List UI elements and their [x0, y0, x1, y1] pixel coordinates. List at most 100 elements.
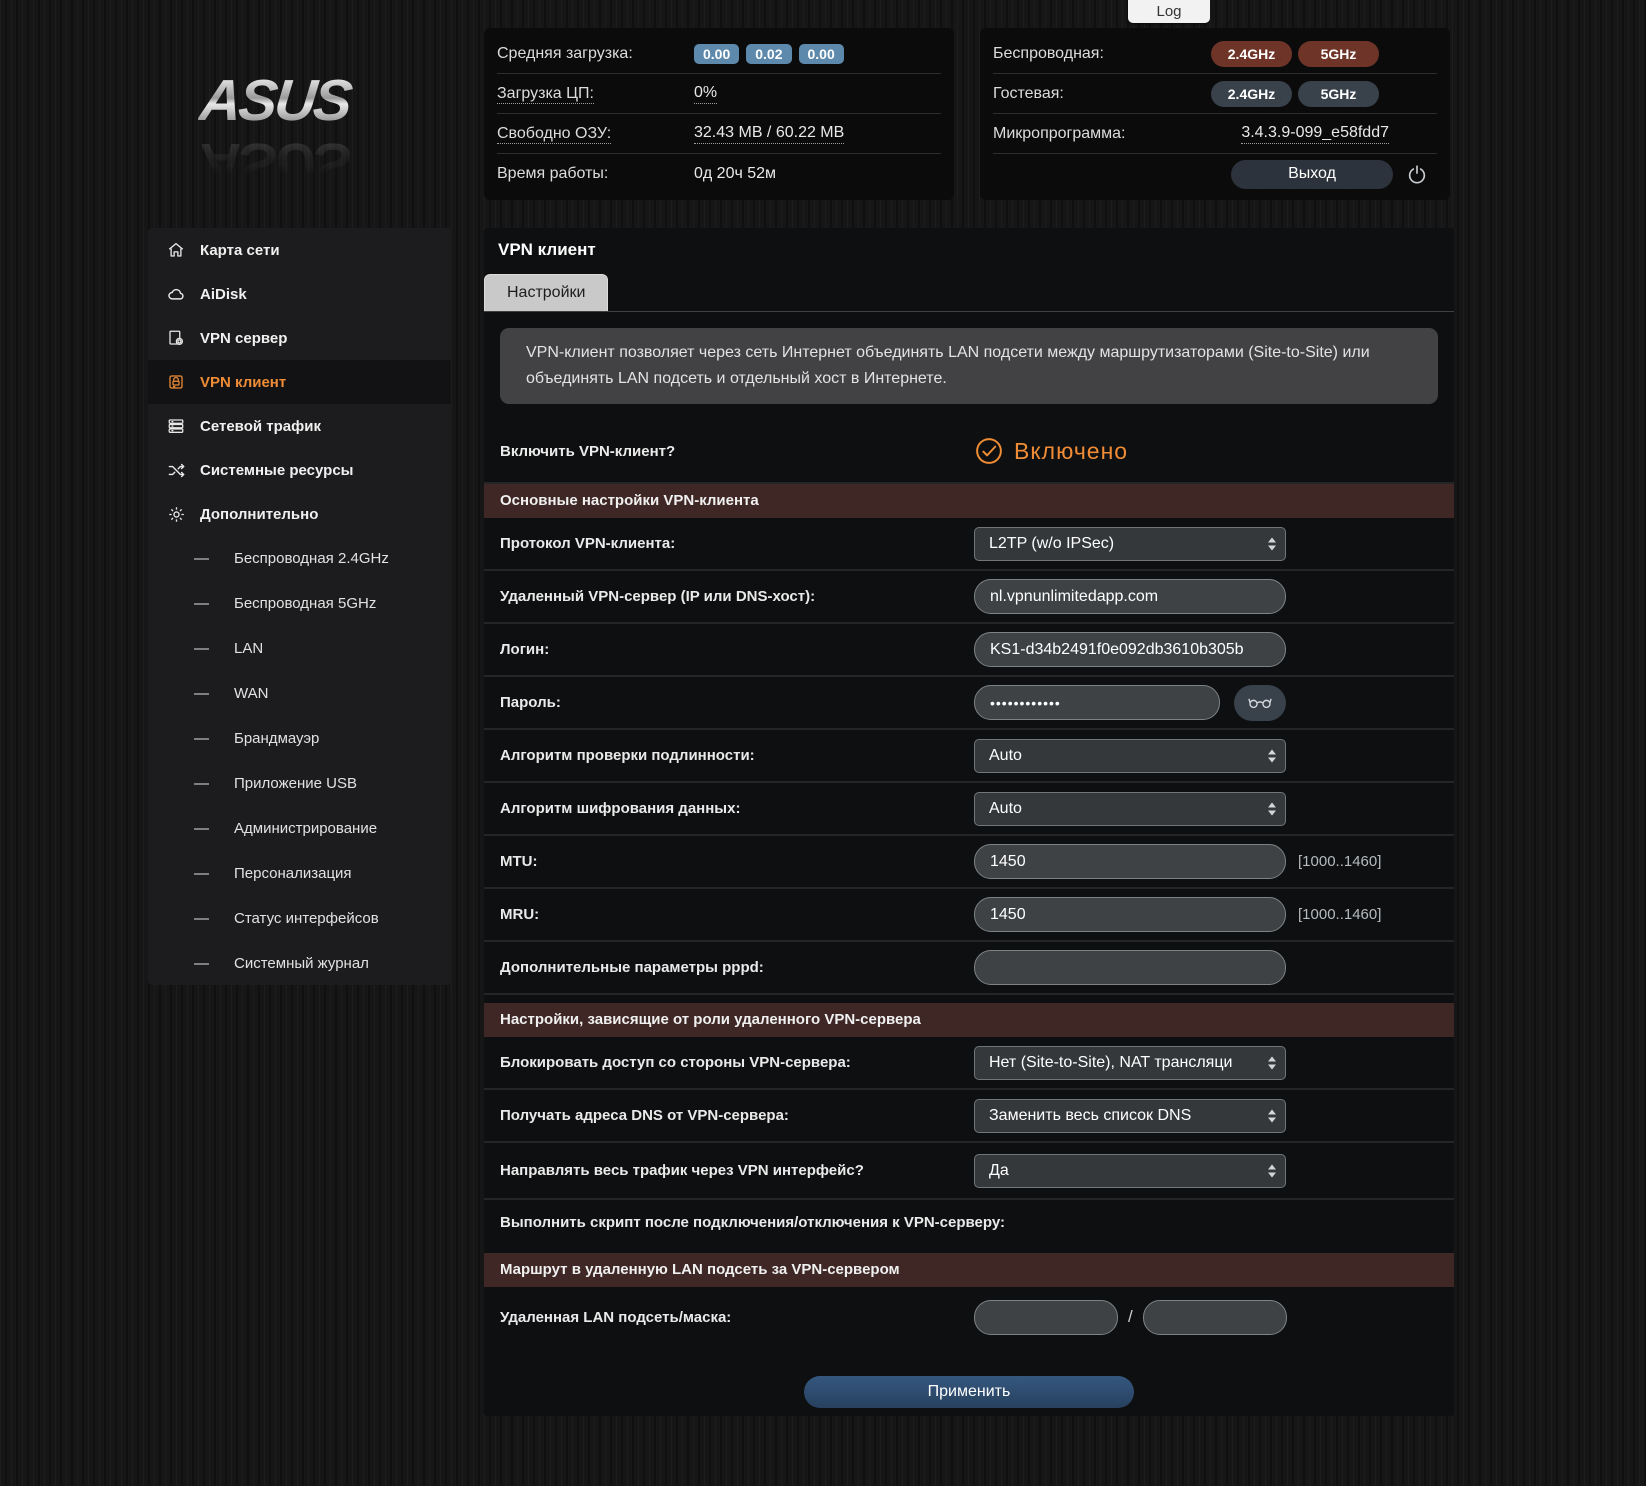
load-avg-1m: 0.00 — [694, 44, 739, 64]
sidebar-item-advanced[interactable]: Дополнительно — [148, 492, 451, 536]
sidebar-sub-usb-app[interactable]: — Приложение USB — [148, 761, 451, 806]
power-icon[interactable] — [1403, 160, 1431, 188]
sidebar-sub-system-log[interactable]: — Системный журнал — [148, 941, 451, 985]
vpn-client-icon — [166, 372, 186, 392]
remote-lan-mask-input[interactable] — [1143, 1300, 1287, 1335]
sidebar-sub-administration[interactable]: —Администрирование — [148, 806, 451, 851]
post-connect-script-label: Выполнить скрипт после подключения/отклю… — [500, 1214, 1005, 1231]
asus-logo-reflection: ASUS — [197, 134, 423, 192]
login-input[interactable] — [974, 632, 1286, 667]
remote-lan-row: Удаленная LAN подсеть/маска: / — [484, 1287, 1454, 1347]
sidebar-sub-interface-status[interactable]: —Статус интерфейсов — [148, 896, 451, 941]
sidebar-item-network-traffic[interactable]: Сетевой трафик — [148, 404, 451, 448]
sidebar-item-label: Дополнительно — [200, 506, 318, 523]
sidebar-sub-wireless-5[interactable]: —Беспроводная 5GHz — [148, 581, 451, 626]
remote-server-row: Удаленный VPN-сервер (IP или DNS-хост): — [484, 571, 1454, 624]
home-icon — [166, 240, 186, 260]
sidebar-item-label: Карта сети — [200, 242, 280, 259]
password-row: Пароль: — [484, 677, 1454, 730]
free-ram-value[interactable]: 32.43 MB / 60.22 MB — [694, 124, 844, 144]
sidebar-sub-label: LAN — [234, 640, 263, 657]
dns-from-server-select[interactable]: Заменить весь список DNS — [974, 1099, 1286, 1133]
guest-label: Гостевая: — [993, 85, 1190, 103]
wireless-2ghz-badge[interactable]: 2.4GHz — [1211, 41, 1292, 67]
sidebar-item-network-map[interactable]: Карта сети — [148, 228, 451, 272]
sidebar-sub-label: Персонализация — [234, 865, 352, 882]
enable-vpn-toggle[interactable]: Включено — [974, 436, 1128, 466]
load-avg-5m: 0.02 — [746, 44, 791, 64]
dns-from-server-row: Получать адреса DNS от VPN-сервера: Заме… — [484, 1090, 1454, 1143]
mru-range-hint: [1000..1460] — [1298, 906, 1381, 923]
protocol-select[interactable]: L2TP (w/o IPSec) — [974, 527, 1286, 561]
sidebar-item-aidisk[interactable]: AiDisk — [148, 272, 451, 316]
remote-server-input[interactable] — [974, 579, 1286, 614]
encryption-algorithm-select[interactable]: Auto — [974, 792, 1286, 826]
auth-algorithm-select[interactable]: Auto — [974, 739, 1286, 773]
auth-algorithm-row: Алгоритм проверки подлинности: Auto — [484, 730, 1454, 783]
sidebar-sub-lan[interactable]: —LAN — [148, 626, 451, 671]
encryption-algorithm-row: Алгоритм шифрования данных: Auto — [484, 783, 1454, 836]
sidebar-item-vpn-server[interactable]: VPN сервер — [148, 316, 451, 360]
mru-input[interactable] — [974, 897, 1286, 932]
password-input[interactable] — [974, 685, 1220, 720]
mtu-input[interactable] — [974, 844, 1286, 879]
wireless-status-panel: Беспроводная: 2.4GHz 5GHz Гостевая: 2.4G… — [980, 28, 1450, 200]
dash-icon: — — [194, 865, 209, 882]
enable-vpn-label: Включить VPN-клиент? — [500, 443, 974, 460]
sidebar-nav: Карта сети AiDisk VPN сервер VPN клиент … — [148, 228, 451, 985]
firmware-row: Микропрограмма: 3.4.3.9-099_e58fdd7 — [993, 114, 1437, 154]
sidebar-sub-wan[interactable]: —WAN — [148, 671, 451, 716]
vpn-client-description: VPN-клиент позволяет через сеть Интернет… — [500, 328, 1438, 404]
dash-icon: — — [194, 955, 209, 972]
remote-lan-subnet-input[interactable] — [974, 1300, 1118, 1335]
load-average-values: 0.00 0.02 0.00 — [694, 44, 844, 64]
sidebar-sub-wireless-24[interactable]: —Беспроводная 2.4GHz — [148, 536, 451, 581]
sidebar-sub-label: Администрирование — [234, 820, 377, 837]
guest-5ghz-badge[interactable]: 5GHz — [1298, 81, 1379, 107]
sidebar-sub-label: Системный журнал — [234, 955, 369, 972]
sidebar-item-label: VPN клиент — [200, 374, 286, 391]
load-avg-15m: 0.00 — [799, 44, 844, 64]
pppd-params-row: Дополнительные параметры pppd: — [484, 942, 1454, 995]
firmware-value[interactable]: 3.4.3.9-099_e58fdd7 — [1241, 124, 1389, 144]
apply-button[interactable]: Применить — [804, 1376, 1134, 1408]
show-password-button[interactable] — [1234, 685, 1286, 721]
free-ram-label[interactable]: Свободно ОЗУ: — [497, 125, 611, 144]
free-ram-row: Свободно ОЗУ: 32.43 MB / 60.22 MB — [497, 114, 941, 154]
tab-settings[interactable]: Настройки — [484, 274, 608, 311]
sidebar-sub-label: Брандмауэр — [234, 730, 319, 747]
section-remote-lan-route: Маршрут в удаленную LAN подсеть за VPN-с… — [484, 1253, 1454, 1287]
wireless-label: Беспроводная: — [993, 45, 1190, 63]
uptime-value: 0д 20ч 52м — [694, 165, 776, 183]
post-connect-script-row[interactable]: Выполнить скрипт после подключения/отклю… — [484, 1200, 1454, 1245]
section-basic-settings: Основные настройки VPN-клиента — [484, 484, 1454, 518]
dash-icon: — — [194, 595, 209, 612]
spinner-arrows-icon — [1268, 802, 1276, 815]
glasses-icon — [1248, 696, 1272, 709]
wireless-5ghz-badge[interactable]: 5GHz — [1298, 41, 1379, 67]
enable-vpn-row: Включить VPN-клиент? Включено — [484, 420, 1454, 484]
cpu-load-label[interactable]: Загрузка ЦП: — [497, 85, 594, 104]
pppd-params-input[interactable] — [974, 950, 1286, 985]
protocol-row: Протокол VPN-клиента: L2TP (w/o IPSec) — [484, 518, 1454, 571]
spinner-arrows-icon — [1268, 537, 1276, 550]
sidebar-item-system-resources[interactable]: Системные ресурсы — [148, 448, 451, 492]
route-all-traffic-select[interactable]: Да — [974, 1154, 1286, 1188]
sidebar-sub-label: Приложение USB — [234, 775, 357, 792]
dash-icon: — — [194, 775, 209, 792]
cloud-icon — [166, 284, 186, 304]
sidebar-sub-personalization[interactable]: — Персонализация — [148, 851, 451, 896]
cpu-load-value[interactable]: 0% — [694, 84, 717, 104]
log-tab[interactable]: Log — [1128, 0, 1210, 23]
spinner-arrows-icon — [1268, 1056, 1276, 1069]
sidebar-item-vpn-client[interactable]: VPN клиент — [148, 360, 451, 404]
block-access-select[interactable]: Нет (Site-to-Site), NAT трансляци — [974, 1046, 1286, 1080]
section-server-role-settings: Настройки, зависящие от роли удаленного … — [484, 1003, 1454, 1037]
guest-2ghz-badge[interactable]: 2.4GHz — [1211, 81, 1292, 107]
mru-row: MRU: [1000..1460] — [484, 889, 1454, 942]
load-average-label: Средняя загрузка: — [497, 45, 694, 63]
asus-logo-text: ASUS — [197, 72, 423, 130]
logout-button[interactable]: Выход — [1231, 160, 1393, 189]
sidebar-sub-firewall[interactable]: —Брандмауэр — [148, 716, 451, 761]
tab-bar: Настройки — [484, 274, 1454, 312]
